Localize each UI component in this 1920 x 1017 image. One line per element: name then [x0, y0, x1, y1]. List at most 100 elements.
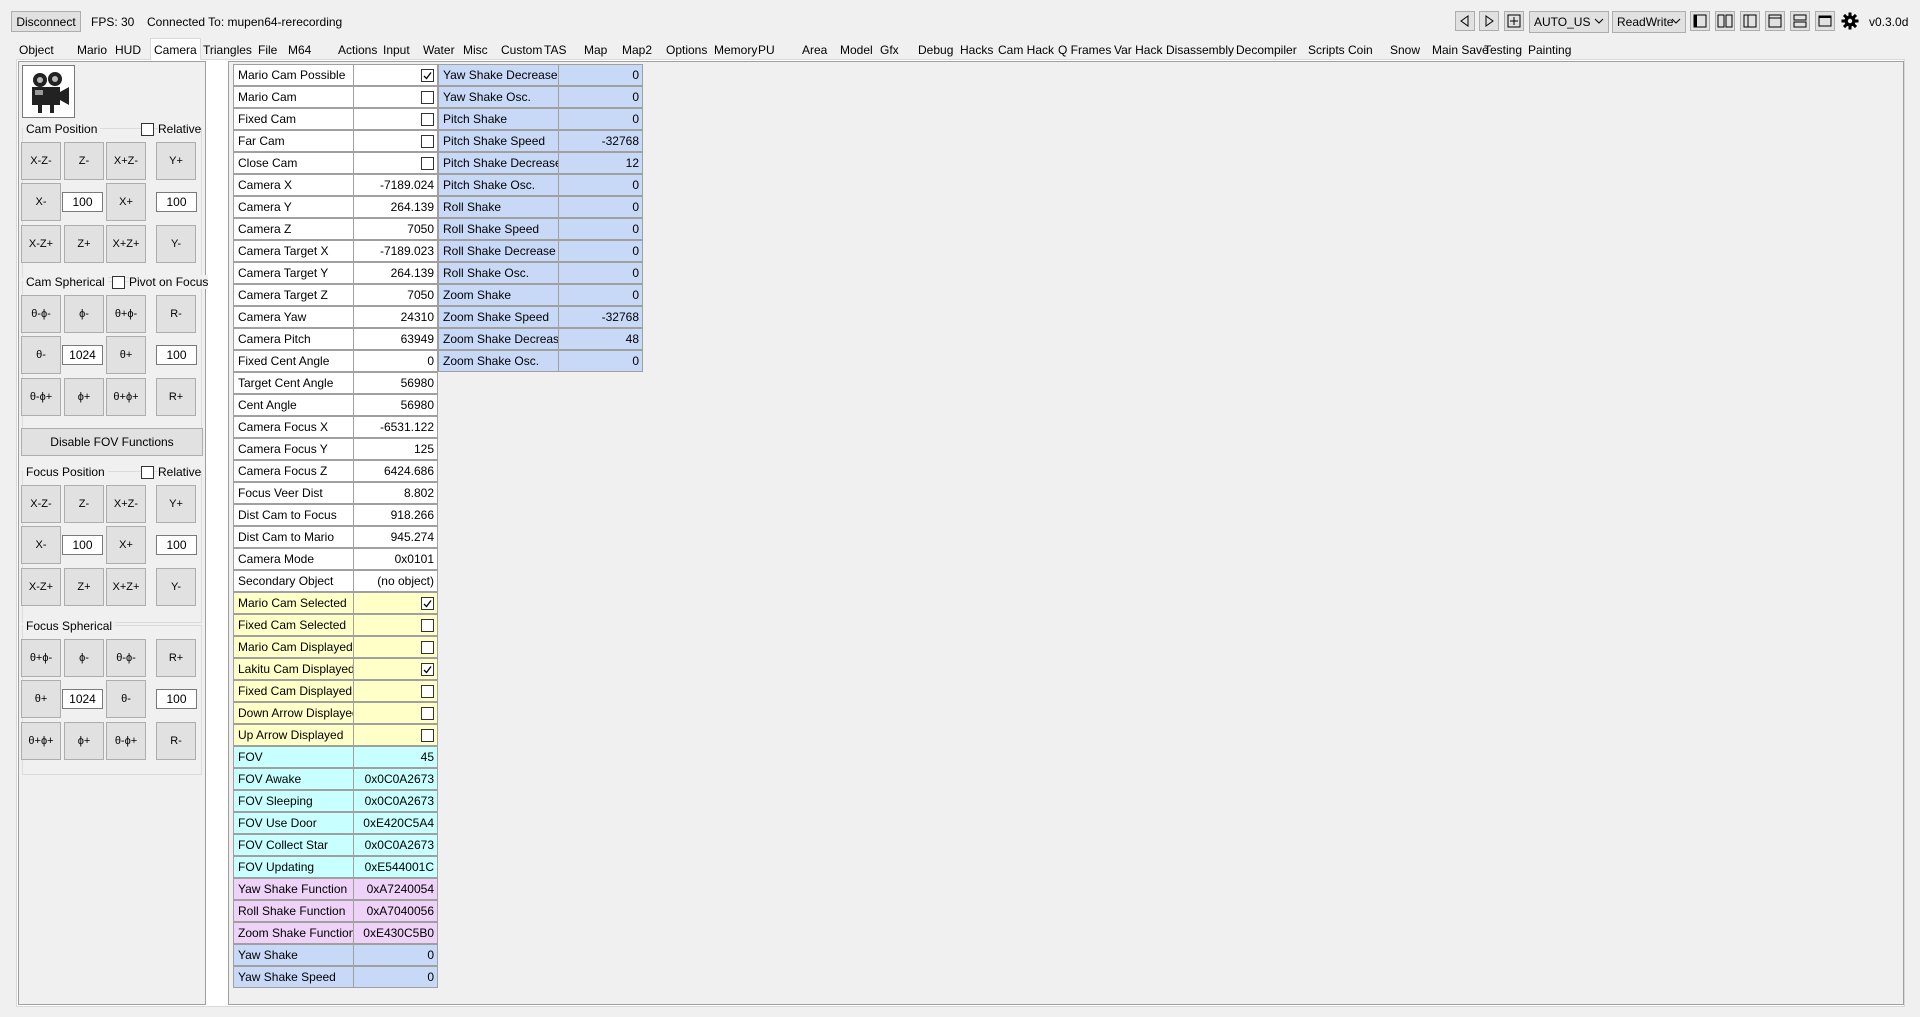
variable-row-pitch-shake-decrease[interactable]: Pitch Shake Decrease 12 — [438, 152, 643, 174]
variable-row-yaw-shake[interactable]: Yaw Shake 0 — [233, 944, 438, 966]
variable-value[interactable]: 0xE430C5B0 — [354, 922, 438, 944]
variable-row-secondary-object[interactable]: Secondary Object (no object) — [233, 570, 438, 592]
variable-value[interactable]: 264.139 — [354, 262, 438, 284]
variable-value[interactable]: 0xA7040056 — [354, 900, 438, 922]
variable-value[interactable]: 24310 — [354, 306, 438, 328]
tab-pu[interactable]: PU — [755, 40, 778, 60]
variable-value[interactable]: -7189.023 — [354, 240, 438, 262]
variable-row-roll-shake[interactable]: Roll Shake 0 — [438, 196, 643, 218]
focus-position-button-y[interactable]: Y+ — [156, 485, 196, 523]
tab-gfx[interactable]: Gfx — [877, 40, 902, 60]
variable-value[interactable]: 7050 — [354, 218, 438, 240]
tab-coin[interactable]: Coin — [1345, 40, 1376, 60]
tab-input[interactable]: Input — [380, 40, 413, 60]
cam-position-button-x[interactable]: X+ — [106, 183, 146, 221]
variable-checkbox-cell[interactable] — [354, 702, 438, 724]
variable-checkbox-cell[interactable] — [354, 614, 438, 636]
variable-value[interactable]: 12 — [559, 152, 643, 174]
variable-checkbox-cell[interactable] — [354, 592, 438, 614]
tab-testing[interactable]: Testing — [1481, 40, 1525, 60]
variable-value[interactable]: 8.802 — [354, 482, 438, 504]
variable-row-camera-z[interactable]: Camera Z 7050 — [233, 218, 438, 240]
disable-fov-button[interactable]: Disable FOV Functions — [21, 428, 203, 456]
variable-value[interactable]: 918.266 — [354, 504, 438, 526]
variable-value[interactable]: 0 — [354, 966, 438, 988]
focus-position-vertical-step-input[interactable]: 100 — [156, 535, 197, 555]
variable-value[interactable]: 56980 — [354, 394, 438, 416]
tab-snow[interactable]: Snow — [1387, 40, 1423, 60]
focus-position-button-x[interactable]: X- — [21, 526, 61, 564]
variable-checkbox-cell[interactable] — [354, 108, 438, 130]
variable-row-pitch-shake-osc[interactable]: Pitch Shake Osc. 0 — [438, 174, 643, 196]
unchecked-checkbox[interactable] — [421, 135, 434, 148]
variable-value[interactable]: 0 — [559, 174, 643, 196]
focus-spherical-button-[interactable]: θ-ϕ+ — [106, 722, 146, 760]
step-back-button[interactable] — [1455, 11, 1475, 31]
variable-row-roll-shake-speed[interactable]: Roll Shake Speed 0 — [438, 218, 643, 240]
unchecked-checkbox[interactable] — [421, 91, 434, 104]
variable-row-fixed-cam[interactable]: Fixed Cam — [233, 108, 438, 130]
tab-object[interactable]: Object — [16, 40, 57, 60]
variable-row-fov[interactable]: FOV 45 — [233, 746, 438, 768]
variable-row-fov-sleeping[interactable]: FOV Sleeping 0x0C0A2673 — [233, 790, 438, 812]
checked-checkbox[interactable] — [421, 597, 434, 610]
variable-checkbox-cell[interactable] — [354, 86, 438, 108]
tab-q-frames[interactable]: Q Frames — [1055, 40, 1114, 60]
variable-row-camera-focus-y[interactable]: Camera Focus Y 125 — [233, 438, 438, 460]
cam-position-button-x-z[interactable]: X+Z+ — [106, 225, 146, 263]
variable-row-zoom-shake-decrease[interactable]: Zoom Shake Decrease 48 — [438, 328, 643, 350]
tab-water[interactable]: Water — [420, 40, 458, 60]
tab-hacks[interactable]: Hacks — [957, 40, 996, 60]
tab-disassembly[interactable]: Disassembly — [1163, 40, 1237, 60]
layout-2-button[interactable] — [1715, 11, 1735, 31]
variable-row-fixed-cam-selected[interactable]: Fixed Cam Selected — [233, 614, 438, 636]
variable-value[interactable]: 0xE420C5A4 — [354, 812, 438, 834]
variable-row-fixed-cent-angle[interactable]: Fixed Cent Angle 0 — [233, 350, 438, 372]
variable-value[interactable]: 0 — [354, 944, 438, 966]
tab-triangles[interactable]: Triangles — [200, 40, 255, 60]
variable-row-camera-x[interactable]: Camera X -7189.024 — [233, 174, 438, 196]
variable-row-pitch-shake[interactable]: Pitch Shake 0 — [438, 108, 643, 130]
cam-spherical-vertical-step-input[interactable]: 100 — [156, 345, 197, 365]
variable-value[interactable]: 63949 — [354, 328, 438, 350]
access-mode-select[interactable]: ReadWrite — [1612, 11, 1686, 33]
variable-value[interactable]: 45 — [354, 746, 438, 768]
checked-checkbox[interactable] — [421, 663, 434, 676]
tab-file[interactable]: File — [255, 40, 280, 60]
variable-row-focus-veer-dist[interactable]: Focus Veer Dist 8.802 — [233, 482, 438, 504]
variable-row-far-cam[interactable]: Far Cam — [233, 130, 438, 152]
variable-row-fov-updating[interactable]: FOV Updating 0xE544001C — [233, 856, 438, 878]
focus-relative-checkbox[interactable] — [141, 466, 154, 479]
cam-position-button-x-z[interactable]: X-Z+ — [21, 225, 61, 263]
layout-5-button[interactable] — [1790, 11, 1810, 31]
variable-row-yaw-shake-speed[interactable]: Yaw Shake Speed 0 — [233, 966, 438, 988]
variable-checkbox-cell[interactable] — [354, 130, 438, 152]
variable-checkbox-cell[interactable] — [354, 680, 438, 702]
variable-value[interactable]: -6531.122 — [354, 416, 438, 438]
layout-3-button[interactable] — [1740, 11, 1760, 31]
tab-cam-hack[interactable]: Cam Hack — [995, 40, 1057, 60]
tab-camera[interactable]: Camera — [150, 38, 201, 60]
variable-row-pitch-shake-speed[interactable]: Pitch Shake Speed -32768 — [438, 130, 643, 152]
variable-row-fov-awake[interactable]: FOV Awake 0x0C0A2673 — [233, 768, 438, 790]
variable-row-mario-cam-possible[interactable]: Mario Cam Possible — [233, 64, 438, 86]
tab-custom[interactable]: Custom — [498, 40, 545, 60]
focus-position-button-z[interactable]: Z+ — [64, 568, 104, 606]
unchecked-checkbox[interactable] — [421, 113, 434, 126]
settings-gear-icon[interactable] — [1841, 12, 1859, 30]
tab-options[interactable]: Options — [663, 40, 710, 60]
variable-value[interactable]: 0xE544001C — [354, 856, 438, 878]
cam-position-button-x[interactable]: X- — [21, 183, 61, 221]
focus-spherical-button-[interactable]: θ+ϕ+ — [21, 722, 61, 760]
variable-row-zoom-shake[interactable]: Zoom Shake 0 — [438, 284, 643, 306]
variable-row-zoom-shake-function[interactable]: Zoom Shake Function 0xE430C5B0 — [233, 922, 438, 944]
variable-row-camera-target-y[interactable]: Camera Target Y 264.139 — [233, 262, 438, 284]
tab-misc[interactable]: Misc — [460, 40, 491, 60]
pivot-on-focus-checkbox[interactable] — [112, 276, 125, 289]
variable-row-zoom-shake-osc[interactable]: Zoom Shake Osc. 0 — [438, 350, 643, 372]
variable-row-camera-y[interactable]: Camera Y 264.139 — [233, 196, 438, 218]
variable-value[interactable]: 0x0101 — [354, 548, 438, 570]
region-select[interactable]: AUTO_US — [1529, 11, 1609, 33]
variable-value[interactable]: 0 — [559, 350, 643, 372]
variable-row-dist-cam-to-focus[interactable]: Dist Cam to Focus 918.266 — [233, 504, 438, 526]
